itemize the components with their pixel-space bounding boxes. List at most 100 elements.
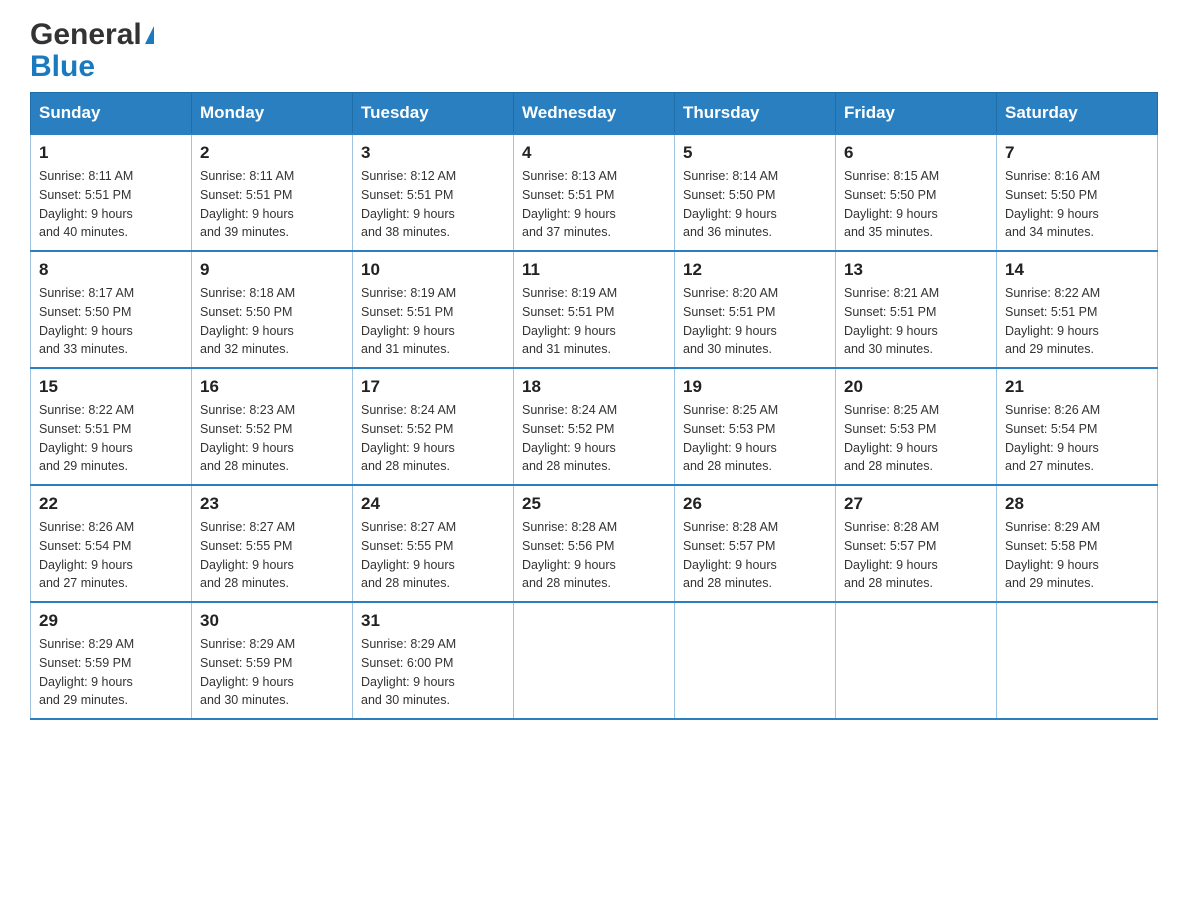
table-row bbox=[997, 602, 1158, 719]
day-number: 18 bbox=[522, 377, 666, 397]
table-row: 1 Sunrise: 8:11 AM Sunset: 5:51 PM Dayli… bbox=[31, 134, 192, 251]
calendar-week-row: 1 Sunrise: 8:11 AM Sunset: 5:51 PM Dayli… bbox=[31, 134, 1158, 251]
col-saturday: Saturday bbox=[997, 93, 1158, 135]
table-row: 12 Sunrise: 8:20 AM Sunset: 5:51 PM Dayl… bbox=[675, 251, 836, 368]
day-number: 27 bbox=[844, 494, 988, 514]
col-sunday: Sunday bbox=[31, 93, 192, 135]
day-info: Sunrise: 8:18 AM Sunset: 5:50 PM Dayligh… bbox=[200, 284, 344, 359]
page-header: General Blue bbox=[30, 20, 1158, 82]
logo: General Blue bbox=[30, 20, 154, 82]
day-info: Sunrise: 8:28 AM Sunset: 5:57 PM Dayligh… bbox=[844, 518, 988, 593]
table-row: 25 Sunrise: 8:28 AM Sunset: 5:56 PM Dayl… bbox=[514, 485, 675, 602]
table-row: 23 Sunrise: 8:27 AM Sunset: 5:55 PM Dayl… bbox=[192, 485, 353, 602]
day-number: 9 bbox=[200, 260, 344, 280]
table-row: 11 Sunrise: 8:19 AM Sunset: 5:51 PM Dayl… bbox=[514, 251, 675, 368]
table-row: 27 Sunrise: 8:28 AM Sunset: 5:57 PM Dayl… bbox=[836, 485, 997, 602]
col-wednesday: Wednesday bbox=[514, 93, 675, 135]
day-info: Sunrise: 8:13 AM Sunset: 5:51 PM Dayligh… bbox=[522, 167, 666, 242]
day-info: Sunrise: 8:28 AM Sunset: 5:57 PM Dayligh… bbox=[683, 518, 827, 593]
day-info: Sunrise: 8:25 AM Sunset: 5:53 PM Dayligh… bbox=[844, 401, 988, 476]
calendar-table: Sunday Monday Tuesday Wednesday Thursday… bbox=[30, 92, 1158, 720]
day-number: 28 bbox=[1005, 494, 1149, 514]
col-tuesday: Tuesday bbox=[353, 93, 514, 135]
day-number: 7 bbox=[1005, 143, 1149, 163]
day-number: 15 bbox=[39, 377, 183, 397]
day-info: Sunrise: 8:27 AM Sunset: 5:55 PM Dayligh… bbox=[361, 518, 505, 593]
table-row: 10 Sunrise: 8:19 AM Sunset: 5:51 PM Dayl… bbox=[353, 251, 514, 368]
day-number: 23 bbox=[200, 494, 344, 514]
day-info: Sunrise: 8:12 AM Sunset: 5:51 PM Dayligh… bbox=[361, 167, 505, 242]
day-number: 5 bbox=[683, 143, 827, 163]
day-number: 22 bbox=[39, 494, 183, 514]
day-number: 16 bbox=[200, 377, 344, 397]
day-number: 13 bbox=[844, 260, 988, 280]
day-number: 6 bbox=[844, 143, 988, 163]
logo-triangle-icon bbox=[145, 26, 154, 44]
calendar-week-row: 15 Sunrise: 8:22 AM Sunset: 5:51 PM Dayl… bbox=[31, 368, 1158, 485]
day-number: 11 bbox=[522, 260, 666, 280]
day-info: Sunrise: 8:17 AM Sunset: 5:50 PM Dayligh… bbox=[39, 284, 183, 359]
day-info: Sunrise: 8:11 AM Sunset: 5:51 PM Dayligh… bbox=[39, 167, 183, 242]
day-info: Sunrise: 8:26 AM Sunset: 5:54 PM Dayligh… bbox=[39, 518, 183, 593]
day-info: Sunrise: 8:29 AM Sunset: 5:59 PM Dayligh… bbox=[200, 635, 344, 710]
day-info: Sunrise: 8:21 AM Sunset: 5:51 PM Dayligh… bbox=[844, 284, 988, 359]
table-row: 18 Sunrise: 8:24 AM Sunset: 5:52 PM Dayl… bbox=[514, 368, 675, 485]
calendar-week-row: 22 Sunrise: 8:26 AM Sunset: 5:54 PM Dayl… bbox=[31, 485, 1158, 602]
table-row: 29 Sunrise: 8:29 AM Sunset: 5:59 PM Dayl… bbox=[31, 602, 192, 719]
col-monday: Monday bbox=[192, 93, 353, 135]
day-info: Sunrise: 8:20 AM Sunset: 5:51 PM Dayligh… bbox=[683, 284, 827, 359]
day-number: 1 bbox=[39, 143, 183, 163]
day-number: 4 bbox=[522, 143, 666, 163]
day-info: Sunrise: 8:29 AM Sunset: 5:58 PM Dayligh… bbox=[1005, 518, 1149, 593]
table-row: 26 Sunrise: 8:28 AM Sunset: 5:57 PM Dayl… bbox=[675, 485, 836, 602]
table-row bbox=[836, 602, 997, 719]
day-number: 8 bbox=[39, 260, 183, 280]
table-row: 15 Sunrise: 8:22 AM Sunset: 5:51 PM Dayl… bbox=[31, 368, 192, 485]
logo-blue: Blue bbox=[30, 52, 95, 82]
table-row: 8 Sunrise: 8:17 AM Sunset: 5:50 PM Dayli… bbox=[31, 251, 192, 368]
col-friday: Friday bbox=[836, 93, 997, 135]
table-row: 6 Sunrise: 8:15 AM Sunset: 5:50 PM Dayli… bbox=[836, 134, 997, 251]
day-info: Sunrise: 8:25 AM Sunset: 5:53 PM Dayligh… bbox=[683, 401, 827, 476]
day-info: Sunrise: 8:23 AM Sunset: 5:52 PM Dayligh… bbox=[200, 401, 344, 476]
day-number: 3 bbox=[361, 143, 505, 163]
day-info: Sunrise: 8:22 AM Sunset: 5:51 PM Dayligh… bbox=[39, 401, 183, 476]
table-row: 19 Sunrise: 8:25 AM Sunset: 5:53 PM Dayl… bbox=[675, 368, 836, 485]
day-number: 12 bbox=[683, 260, 827, 280]
table-row: 7 Sunrise: 8:16 AM Sunset: 5:50 PM Dayli… bbox=[997, 134, 1158, 251]
table-row: 24 Sunrise: 8:27 AM Sunset: 5:55 PM Dayl… bbox=[353, 485, 514, 602]
calendar-week-row: 29 Sunrise: 8:29 AM Sunset: 5:59 PM Dayl… bbox=[31, 602, 1158, 719]
table-row: 22 Sunrise: 8:26 AM Sunset: 5:54 PM Dayl… bbox=[31, 485, 192, 602]
day-number: 31 bbox=[361, 611, 505, 631]
day-number: 14 bbox=[1005, 260, 1149, 280]
table-row: 2 Sunrise: 8:11 AM Sunset: 5:51 PM Dayli… bbox=[192, 134, 353, 251]
day-info: Sunrise: 8:24 AM Sunset: 5:52 PM Dayligh… bbox=[522, 401, 666, 476]
col-thursday: Thursday bbox=[675, 93, 836, 135]
day-number: 17 bbox=[361, 377, 505, 397]
table-row: 4 Sunrise: 8:13 AM Sunset: 5:51 PM Dayli… bbox=[514, 134, 675, 251]
day-number: 26 bbox=[683, 494, 827, 514]
calendar-header-row: Sunday Monday Tuesday Wednesday Thursday… bbox=[31, 93, 1158, 135]
day-number: 25 bbox=[522, 494, 666, 514]
day-number: 24 bbox=[361, 494, 505, 514]
table-row: 21 Sunrise: 8:26 AM Sunset: 5:54 PM Dayl… bbox=[997, 368, 1158, 485]
day-info: Sunrise: 8:29 AM Sunset: 6:00 PM Dayligh… bbox=[361, 635, 505, 710]
logo-general: General bbox=[30, 20, 142, 50]
day-info: Sunrise: 8:28 AM Sunset: 5:56 PM Dayligh… bbox=[522, 518, 666, 593]
day-info: Sunrise: 8:16 AM Sunset: 5:50 PM Dayligh… bbox=[1005, 167, 1149, 242]
table-row: 3 Sunrise: 8:12 AM Sunset: 5:51 PM Dayli… bbox=[353, 134, 514, 251]
table-row: 9 Sunrise: 8:18 AM Sunset: 5:50 PM Dayli… bbox=[192, 251, 353, 368]
day-number: 29 bbox=[39, 611, 183, 631]
day-number: 20 bbox=[844, 377, 988, 397]
day-info: Sunrise: 8:15 AM Sunset: 5:50 PM Dayligh… bbox=[844, 167, 988, 242]
day-info: Sunrise: 8:26 AM Sunset: 5:54 PM Dayligh… bbox=[1005, 401, 1149, 476]
day-number: 10 bbox=[361, 260, 505, 280]
day-info: Sunrise: 8:29 AM Sunset: 5:59 PM Dayligh… bbox=[39, 635, 183, 710]
day-info: Sunrise: 8:19 AM Sunset: 5:51 PM Dayligh… bbox=[361, 284, 505, 359]
day-info: Sunrise: 8:24 AM Sunset: 5:52 PM Dayligh… bbox=[361, 401, 505, 476]
table-row bbox=[675, 602, 836, 719]
table-row bbox=[514, 602, 675, 719]
table-row: 20 Sunrise: 8:25 AM Sunset: 5:53 PM Dayl… bbox=[836, 368, 997, 485]
table-row: 14 Sunrise: 8:22 AM Sunset: 5:51 PM Dayl… bbox=[997, 251, 1158, 368]
day-number: 2 bbox=[200, 143, 344, 163]
